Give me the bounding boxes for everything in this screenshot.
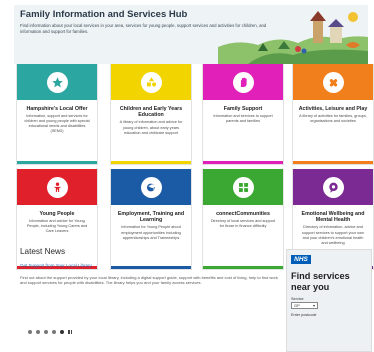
tile-band (111, 169, 191, 205)
hand-icon (233, 72, 254, 93)
news-article-body: Find out about the support provided by y… (20, 275, 278, 286)
tile-description: Information for Young People about emplo… (121, 225, 181, 240)
service-select-value: GP (294, 303, 300, 308)
tile-description: Directory of information, advice and sup… (301, 225, 365, 245)
tile-band (17, 64, 97, 100)
latest-news: Latest News Get Support from Your Local … (20, 247, 282, 347)
news-heading: Latest News (20, 247, 66, 256)
tile-title: Activities, Leisure and Play (298, 106, 368, 112)
tile-band (293, 64, 373, 100)
tile-band (203, 169, 283, 205)
tile-title: connectCommunities (216, 211, 270, 217)
chevron-down-icon: ▾ (312, 303, 315, 308)
carousel-dot[interactable] (28, 330, 32, 334)
tile-accent-bar (203, 161, 283, 164)
mortarboard-icon (141, 177, 162, 198)
tile-activities-leisure[interactable]: Activities, Leisure and Play A library o… (292, 64, 374, 165)
tile-band (203, 64, 283, 100)
network-icon (233, 177, 254, 198)
carousel-controls (28, 330, 72, 334)
tile-title: Family Support (223, 106, 263, 112)
pause-icon[interactable] (68, 330, 72, 334)
landscape-illustration (218, 11, 368, 64)
tile-title: Hampshire's Local Offer (26, 106, 88, 112)
tile-description: A library of information and advice for … (119, 120, 183, 135)
tile-title: Children and Early Years Education (119, 106, 183, 119)
tile-local-offer[interactable]: Hampshire's Local Offer Information, sup… (16, 64, 98, 165)
nhs-find-services-panel: NHS Find services near you Service GP ▾ … (286, 249, 372, 352)
service-select-label: Service (291, 297, 304, 301)
bandage-icon (323, 72, 344, 93)
find-services-heading: Find services near you (291, 271, 350, 292)
tile-description: Information and services to support pare… (213, 114, 273, 124)
tile-band (17, 169, 97, 205)
carousel-dot[interactable] (36, 330, 40, 334)
tile-description: A library of activities for families, gr… (299, 114, 367, 124)
tile-title: Young People (39, 211, 75, 217)
service-select[interactable]: GP ▾ (291, 302, 318, 309)
tile-family-support[interactable]: Family Support Information and services … (202, 64, 284, 165)
tile-early-years[interactable]: Children and Early Years Education A lib… (110, 64, 192, 165)
tile-description: Information, support and services for ch… (24, 114, 90, 134)
star-badge-icon (47, 72, 68, 93)
shapes-icon (141, 72, 162, 93)
speech-bubble-icon (323, 177, 344, 198)
tile-accent-bar (111, 161, 191, 164)
postcode-label: Enter postcode (291, 313, 317, 317)
page-title: Family Information and Services Hub (20, 9, 188, 20)
tile-band (111, 64, 191, 100)
carousel-dot-active[interactable] (60, 330, 64, 334)
tile-title: Employment, Training and Learning (117, 211, 185, 224)
tile-description: Information and advice for Young People,… (26, 219, 88, 234)
header-banner: Family Information and Services Hub Find… (14, 5, 368, 64)
tile-description: Directory of local services and support … (210, 219, 276, 229)
carousel-dot[interactable] (52, 330, 56, 334)
carousel-dot[interactable] (44, 330, 48, 334)
news-article-link[interactable]: Get Support from Your Local Library (20, 263, 92, 268)
tile-accent-bar (17, 161, 97, 164)
tile-accent-bar (293, 161, 373, 164)
tile-title: Emotional Wellbeing and Mental Health (301, 211, 365, 224)
nhs-logo: NHS (291, 255, 311, 264)
person-icon (47, 177, 68, 198)
tile-band (293, 169, 373, 205)
